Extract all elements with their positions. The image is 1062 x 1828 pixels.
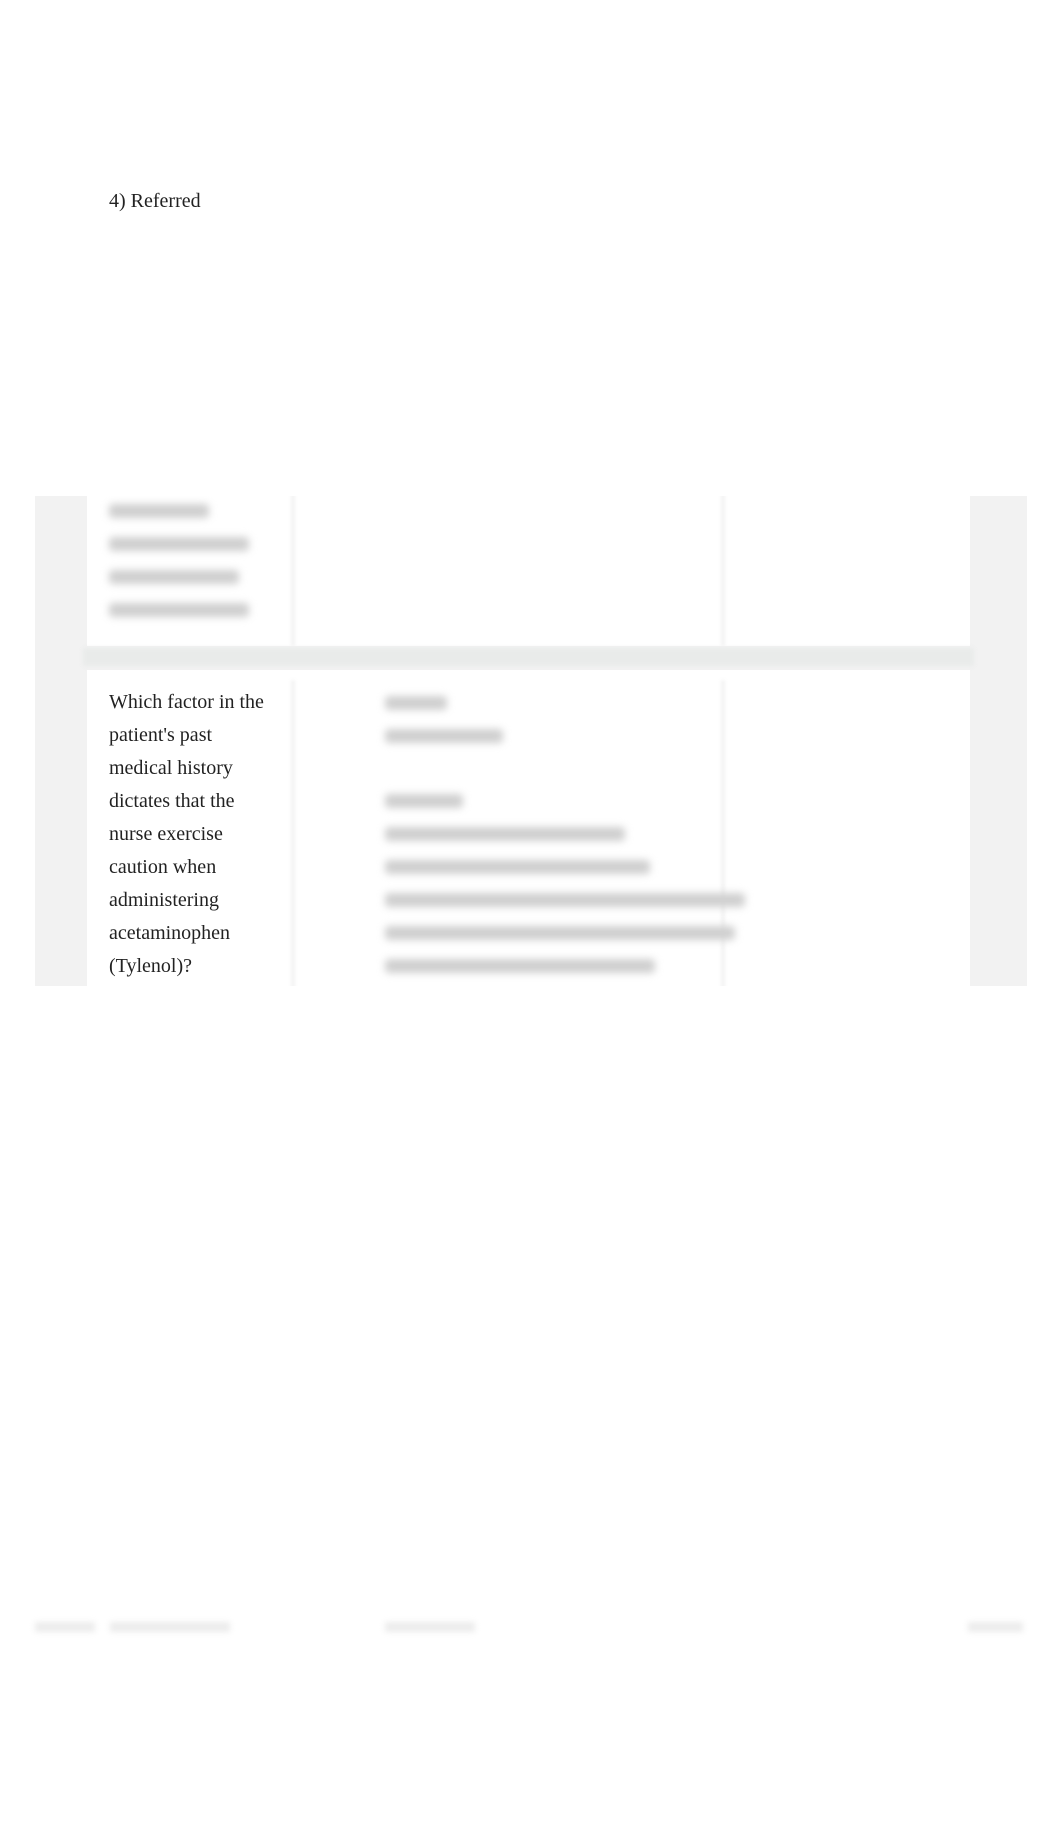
blurred-footer bbox=[35, 1622, 95, 1632]
blurred-text bbox=[109, 570, 239, 584]
answer-option-text: 4) Referred bbox=[109, 190, 201, 212]
blurred-text bbox=[109, 504, 209, 518]
blurred-text bbox=[109, 603, 249, 617]
column-divider bbox=[721, 680, 725, 986]
column-divider bbox=[291, 680, 295, 986]
flashcard-row: Which factor in the patient's past medic… bbox=[87, 670, 970, 986]
blurred-rationale bbox=[385, 860, 650, 874]
blurred-footer bbox=[110, 1622, 230, 1632]
blurred-rationale bbox=[385, 893, 745, 907]
row-divider bbox=[83, 648, 974, 666]
blurred-footer bbox=[385, 1622, 475, 1632]
blurred-rationale bbox=[385, 926, 735, 940]
blurred-text bbox=[109, 537, 249, 551]
blurred-answer-label bbox=[385, 696, 447, 710]
column-divider bbox=[721, 496, 725, 646]
flashcard-row bbox=[87, 496, 970, 646]
question-text: Which factor in the patient's past medic… bbox=[109, 691, 264, 977]
blurred-rationale bbox=[385, 959, 655, 973]
blurred-footer bbox=[968, 1622, 1023, 1632]
blurred-rationale bbox=[385, 827, 625, 841]
flashcard-table-viewport: Which factor in the patient's past medic… bbox=[35, 496, 1027, 986]
blurred-answer bbox=[385, 729, 503, 743]
blurred-rationale-label bbox=[385, 794, 463, 808]
column-divider bbox=[291, 496, 295, 646]
